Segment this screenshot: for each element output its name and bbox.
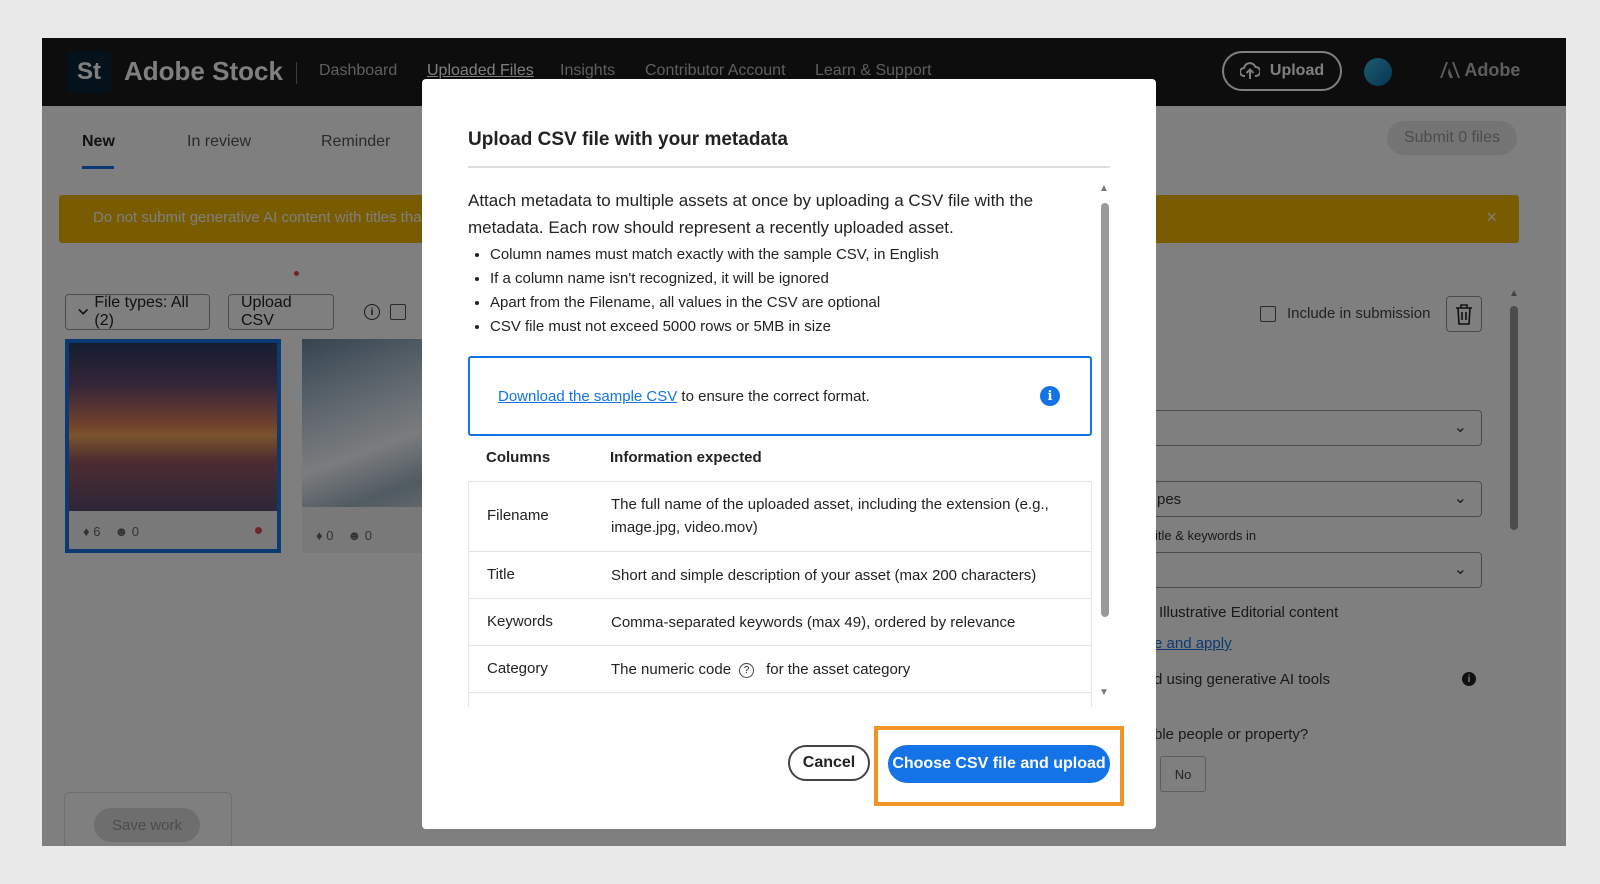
requirement-item: CSV file must not exceed 5000 rows or 5M… (490, 315, 1094, 339)
dialog-scroll-area[interactable]: Attach metadata to multiple assets at on… (468, 187, 1094, 707)
column-info: The numeric code? for the asset category (611, 661, 911, 678)
help-icon[interactable]: ? (739, 662, 755, 678)
columns-header: Columns (486, 449, 551, 466)
dialog-scrollbar[interactable] (1101, 203, 1109, 617)
column-name: Keywords (487, 613, 553, 630)
requirements-list: Column names must match exactly with the… (468, 243, 1094, 339)
column-name: Title (487, 566, 515, 583)
requirement-item: Column names must match exactly with the… (490, 243, 1094, 267)
table-row: Keywords Comma-separated keywords (max 4… (469, 599, 1091, 646)
column-name: Category (487, 660, 548, 677)
table-row: Category The numeric code? for the asset … (469, 646, 1091, 693)
requirement-item: If a column name isn't recognized, it wi… (490, 267, 1094, 291)
upload-csv-dialog: Upload CSV file with your metadata Attac… (422, 79, 1156, 829)
table-row: Filename The full name of the uploaded a… (469, 482, 1091, 552)
sample-csv-callout: Download the sample CSV to ensure the co… (468, 356, 1092, 436)
table-row (469, 693, 1091, 707)
requirement-item: Apart from the Filename, all values in t… (490, 291, 1094, 315)
download-sample-csv-link[interactable]: Download the sample CSV (498, 388, 677, 405)
column-info: The full name of the uploaded asset, inc… (611, 496, 1049, 536)
table-row: Title Short and simple description of yo… (469, 552, 1091, 599)
dialog-intro: Attach metadata to multiple assets at on… (468, 191, 1034, 237)
title-divider (468, 166, 1110, 168)
cancel-button[interactable]: Cancel (788, 745, 870, 781)
app-frame: St Adobe Stock Dashboard Uploaded Files … (42, 38, 1566, 846)
dialog-title: Upload CSV file with your metadata (468, 129, 788, 150)
columns-table: Filename The full name of the uploaded a… (468, 481, 1092, 707)
callout-text: Download the sample CSV to ensure the co… (498, 388, 870, 405)
scroll-up-icon[interactable]: ▲ (1099, 183, 1109, 194)
callout-rest: to ensure the correct format. (677, 388, 870, 405)
choose-csv-upload-button[interactable]: Choose CSV file and upload (888, 745, 1110, 783)
info-icon: i (1040, 386, 1060, 406)
scroll-down-icon[interactable]: ▼ (1099, 687, 1109, 698)
column-info: Comma-separated keywords (max 49), order… (611, 614, 1016, 631)
column-name: Filename (487, 507, 549, 524)
column-info: Short and simple description of your ass… (611, 567, 1037, 584)
info-header: Information expected (610, 449, 762, 466)
